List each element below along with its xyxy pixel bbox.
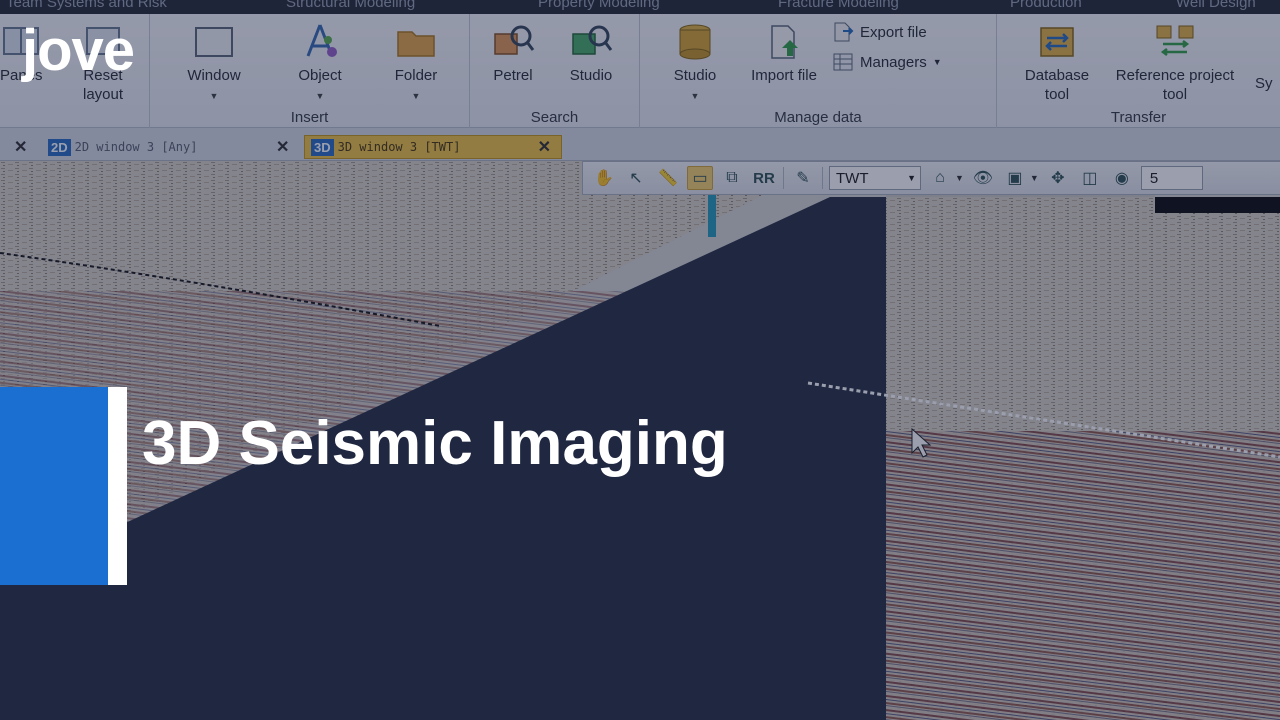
view-toolbar: ✋ ↖ 📏 ▭ ⧉ RR ✎ TWT ▼ ⌂ ▼ 👁 ▣ ▼ ✥ ◫ ◉ 5 <box>582 161 1280 195</box>
studio-dropdown-icon: ▼ <box>690 91 700 101</box>
pick-icon[interactable]: ⧉ <box>719 166 745 190</box>
import-file-icon <box>771 25 798 59</box>
studio-manage-label: Studio <box>673 67 717 84</box>
seismic-reflectors-right <box>886 431 1280 720</box>
export-file-label: Export file <box>860 23 927 41</box>
title-accent-bar <box>108 387 127 585</box>
edit-icon[interactable]: ✎ <box>790 166 816 190</box>
box-dropdown-icon[interactable]: ▼ <box>1030 173 1039 183</box>
home-icon[interactable]: ⌂ <box>927 166 953 190</box>
cube-icon[interactable]: ◫ <box>1077 166 1103 190</box>
studio-search-button[interactable]: Studio <box>558 22 624 85</box>
petrel-search-label: Petrel <box>493 67 533 84</box>
rr-icon[interactable]: RR <box>751 166 777 190</box>
window-button[interactable]: Window ▼ <box>174 22 254 106</box>
close-icon[interactable]: ✕ <box>14 137 27 157</box>
studio-manage-button[interactable]: Studio ▼ <box>660 22 730 106</box>
database-tool-label: Database tool <box>1024 67 1090 103</box>
eye-icon[interactable]: 👁 <box>970 166 996 190</box>
folder-dropdown-icon: ▼ <box>411 91 421 101</box>
managers-button[interactable]: Managers ▼ <box>832 52 942 72</box>
measure-ruler-icon[interactable]: 📏 <box>655 166 681 190</box>
object-label: Object <box>298 67 342 84</box>
jove-logo: jove <box>22 22 135 80</box>
reference-project-label: Reference project tool <box>1115 67 1235 103</box>
import-file-label: Import file <box>751 67 817 84</box>
export-file-button[interactable]: Export file <box>832 22 927 42</box>
title-accent-block <box>0 387 108 585</box>
center-icon[interactable]: ✥ <box>1045 166 1071 190</box>
object-button[interactable]: Object ▼ <box>282 22 358 106</box>
box-icon[interactable]: ▣ <box>1002 166 1028 190</box>
domain-select-value: TWT <box>836 169 869 187</box>
folder-label: Folder <box>394 67 438 84</box>
import-file-button[interactable]: Import file <box>748 22 820 85</box>
domain-chevron-down-icon: ▼ <box>907 173 916 183</box>
tab-2d-window[interactable]: 2D 2D window 3 [Any] <box>42 135 272 159</box>
tab-3d-label: 3D window 3 [TWT] <box>337 140 461 154</box>
screen: Team Systems and Risk Structural Modelin… <box>0 0 1280 720</box>
database-stack-icon <box>679 24 711 60</box>
sync-button[interactable]: Sy <box>1255 74 1280 93</box>
jove-logo-text: jove <box>22 18 135 83</box>
ribbon-tab-6[interactable]: Well Design <box>1176 0 1256 11</box>
petrel-search-button[interactable]: Petrel <box>480 22 546 85</box>
tab-3d-badge: 3D <box>311 138 334 156</box>
studio-search-icon <box>572 25 613 55</box>
managers-dropdown-icon: ▼ <box>932 57 942 67</box>
domain-select[interactable]: TWT ▼ <box>829 166 921 190</box>
database-tool-icon <box>1040 27 1074 57</box>
petrel-search-icon <box>494 25 535 55</box>
pan-hand-icon[interactable]: ✋ <box>591 166 617 190</box>
ribbon-tab-5[interactable]: Production <box>1010 0 1082 11</box>
window-tab-bar: ✕ 2D 2D window 3 [Any] ✕ 3D 3D window 3 … <box>0 128 1280 161</box>
zoom-field[interactable]: 5 <box>1140 166 1203 190</box>
managers-label: Managers <box>860 53 927 71</box>
toolbar-separator <box>783 167 784 189</box>
window-dropdown-icon: ▼ <box>209 91 219 101</box>
search-group-label: Search <box>530 109 579 126</box>
ribbon-group-search: Petrel Studio Search <box>470 14 640 128</box>
insert-group-label: Insert <box>290 109 329 126</box>
object-dropdown-icon: ▼ <box>315 91 325 101</box>
ribbon: Panes Reset layout Window ▼ Object ▼ Fol… <box>0 14 1280 128</box>
tab-2d-label: 2D window 3 [Any] <box>74 140 198 154</box>
database-tool-button[interactable]: Database tool <box>1011 22 1103 104</box>
object-icon <box>306 24 337 57</box>
ribbon-tab-1[interactable]: Team Systems and Risk <box>6 0 167 11</box>
folder-icon <box>397 31 435 57</box>
seismic-plane-edge <box>1155 197 1280 213</box>
window-icon <box>195 27 233 57</box>
toolbar-separator <box>822 167 823 189</box>
reference-project-tool-button[interactable]: Reference project tool <box>1115 22 1235 104</box>
tab-3d-window[interactable]: 3D 3D window 3 [TWT] ✕ <box>304 135 562 159</box>
zoom-field-value: 5 <box>1149 169 1159 187</box>
reference-project-icon <box>1156 25 1194 56</box>
video-title: 3D Seismic Imaging <box>142 409 728 478</box>
manage-data-group-label: Manage data <box>774 109 862 126</box>
view-mode-icon[interactable]: ▭ <box>687 166 713 190</box>
close-3d-tab-icon[interactable]: ✕ <box>538 137 551 157</box>
transfer-group-label: Transfer <box>1110 109 1167 126</box>
export-file-icon <box>834 22 854 42</box>
camera-icon[interactable]: ◉ <box>1109 166 1135 190</box>
ribbon-group-insert: Window ▼ Object ▼ Folder ▼ Insert <box>150 14 470 128</box>
sync-label: Sy <box>1255 75 1273 92</box>
tab-2d-badge: 2D <box>48 138 71 156</box>
ribbon-group-transfer: Database tool Reference project tool Sy … <box>997 14 1280 128</box>
select-arrow-icon[interactable]: ↖ <box>623 166 649 190</box>
close-2d-tab-icon[interactable]: ✕ <box>276 137 289 157</box>
ribbon-tab-3[interactable]: Property Modeling <box>538 0 660 11</box>
window-label: Window <box>187 67 241 84</box>
studio-search-label: Studio <box>569 67 613 84</box>
ribbon-tab-strip: Team Systems and Risk Structural Modelin… <box>0 0 1280 14</box>
home-dropdown-icon[interactable]: ▼ <box>955 173 964 183</box>
ribbon-group-manage-data: Studio ▼ Import file Export file Manager… <box>640 14 997 128</box>
managers-grid-icon <box>833 53 853 71</box>
ribbon-tab-4[interactable]: Fracture Modeling <box>778 0 899 11</box>
ribbon-tab-2[interactable]: Structural Modeling <box>286 0 415 11</box>
well-trace <box>708 195 716 237</box>
folder-button[interactable]: Folder ▼ <box>378 22 454 106</box>
